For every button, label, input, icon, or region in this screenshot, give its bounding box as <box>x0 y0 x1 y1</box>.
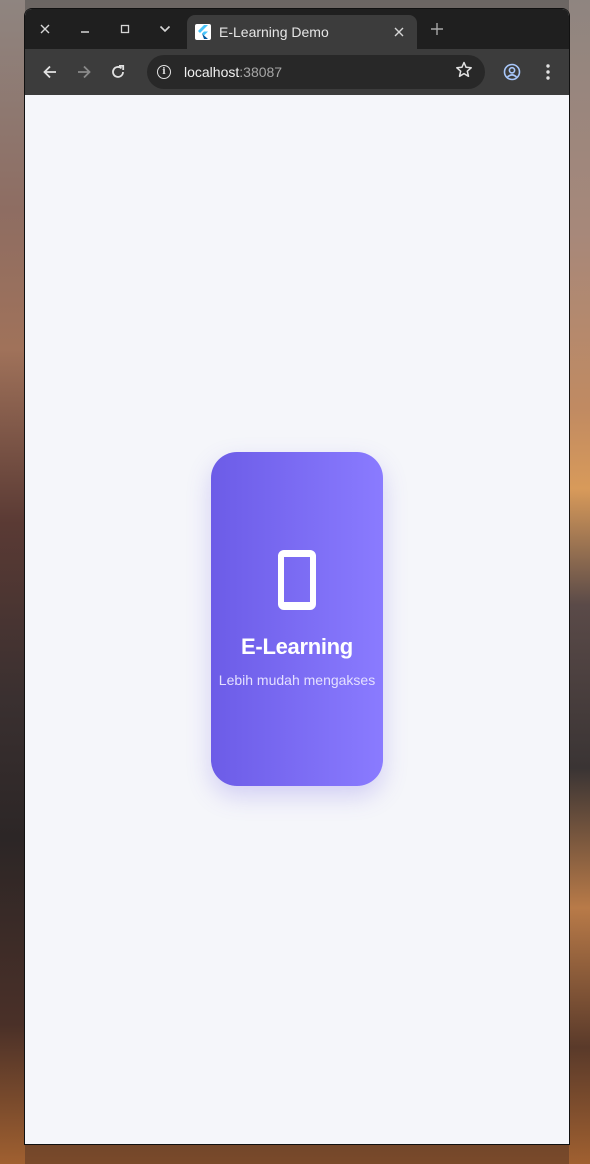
url-port: :38087 <box>239 64 283 80</box>
desktop-wallpaper-right <box>569 0 590 1164</box>
info-icon[interactable]: i <box>157 65 171 79</box>
profile-button[interactable] <box>495 55 529 89</box>
bookmark-button[interactable] <box>455 61 473 84</box>
page-viewport: E-Learning Lebih mudah mengakses <box>25 95 569 1144</box>
arrow-right-icon <box>78 65 91 79</box>
smartphone-icon <box>278 550 316 610</box>
browser-window: E-Learning Demo i localhost:38087 E-Lea… <box>24 8 570 1145</box>
forward-button[interactable] <box>67 55 101 89</box>
app-subtitle: Lebih mudah mengakses <box>218 672 376 688</box>
minimize-icon <box>81 31 89 33</box>
tab-close-button[interactable] <box>389 25 409 40</box>
tab-strip: E-Learning Demo <box>25 9 569 49</box>
reload-button[interactable] <box>101 55 135 89</box>
desktop-wallpaper-left <box>0 0 25 1164</box>
browser-menu-button[interactable] <box>531 55 565 89</box>
tab-title: E-Learning Demo <box>219 24 329 40</box>
arrow-left-icon <box>43 65 56 79</box>
maximize-icon <box>120 24 130 34</box>
close-window-button[interactable] <box>25 9 65 49</box>
reload-icon <box>112 65 125 78</box>
app-title: E-Learning <box>241 634 353 659</box>
back-button[interactable] <box>33 55 67 89</box>
splash-card: E-Learning Lebih mudah mengakses <box>211 452 383 786</box>
url-host: localhost <box>184 64 240 80</box>
browser-toolbar: i localhost:38087 <box>25 49 569 95</box>
address-bar[interactable]: i localhost:38087 <box>147 55 485 89</box>
close-icon <box>394 27 404 36</box>
plus-icon <box>431 23 443 35</box>
flutter-favicon-icon <box>195 24 211 40</box>
tab-e-learning[interactable]: E-Learning Demo <box>187 15 417 49</box>
kebab-menu-icon <box>546 64 550 80</box>
minimize-window-button[interactable] <box>65 9 105 49</box>
chevron-down-icon <box>159 25 171 33</box>
close-icon <box>40 24 50 34</box>
tab-list-button[interactable] <box>145 9 185 49</box>
new-tab-button[interactable] <box>425 17 449 41</box>
star-icon <box>456 61 472 78</box>
profile-icon <box>503 63 521 81</box>
maximize-window-button[interactable] <box>105 9 145 49</box>
